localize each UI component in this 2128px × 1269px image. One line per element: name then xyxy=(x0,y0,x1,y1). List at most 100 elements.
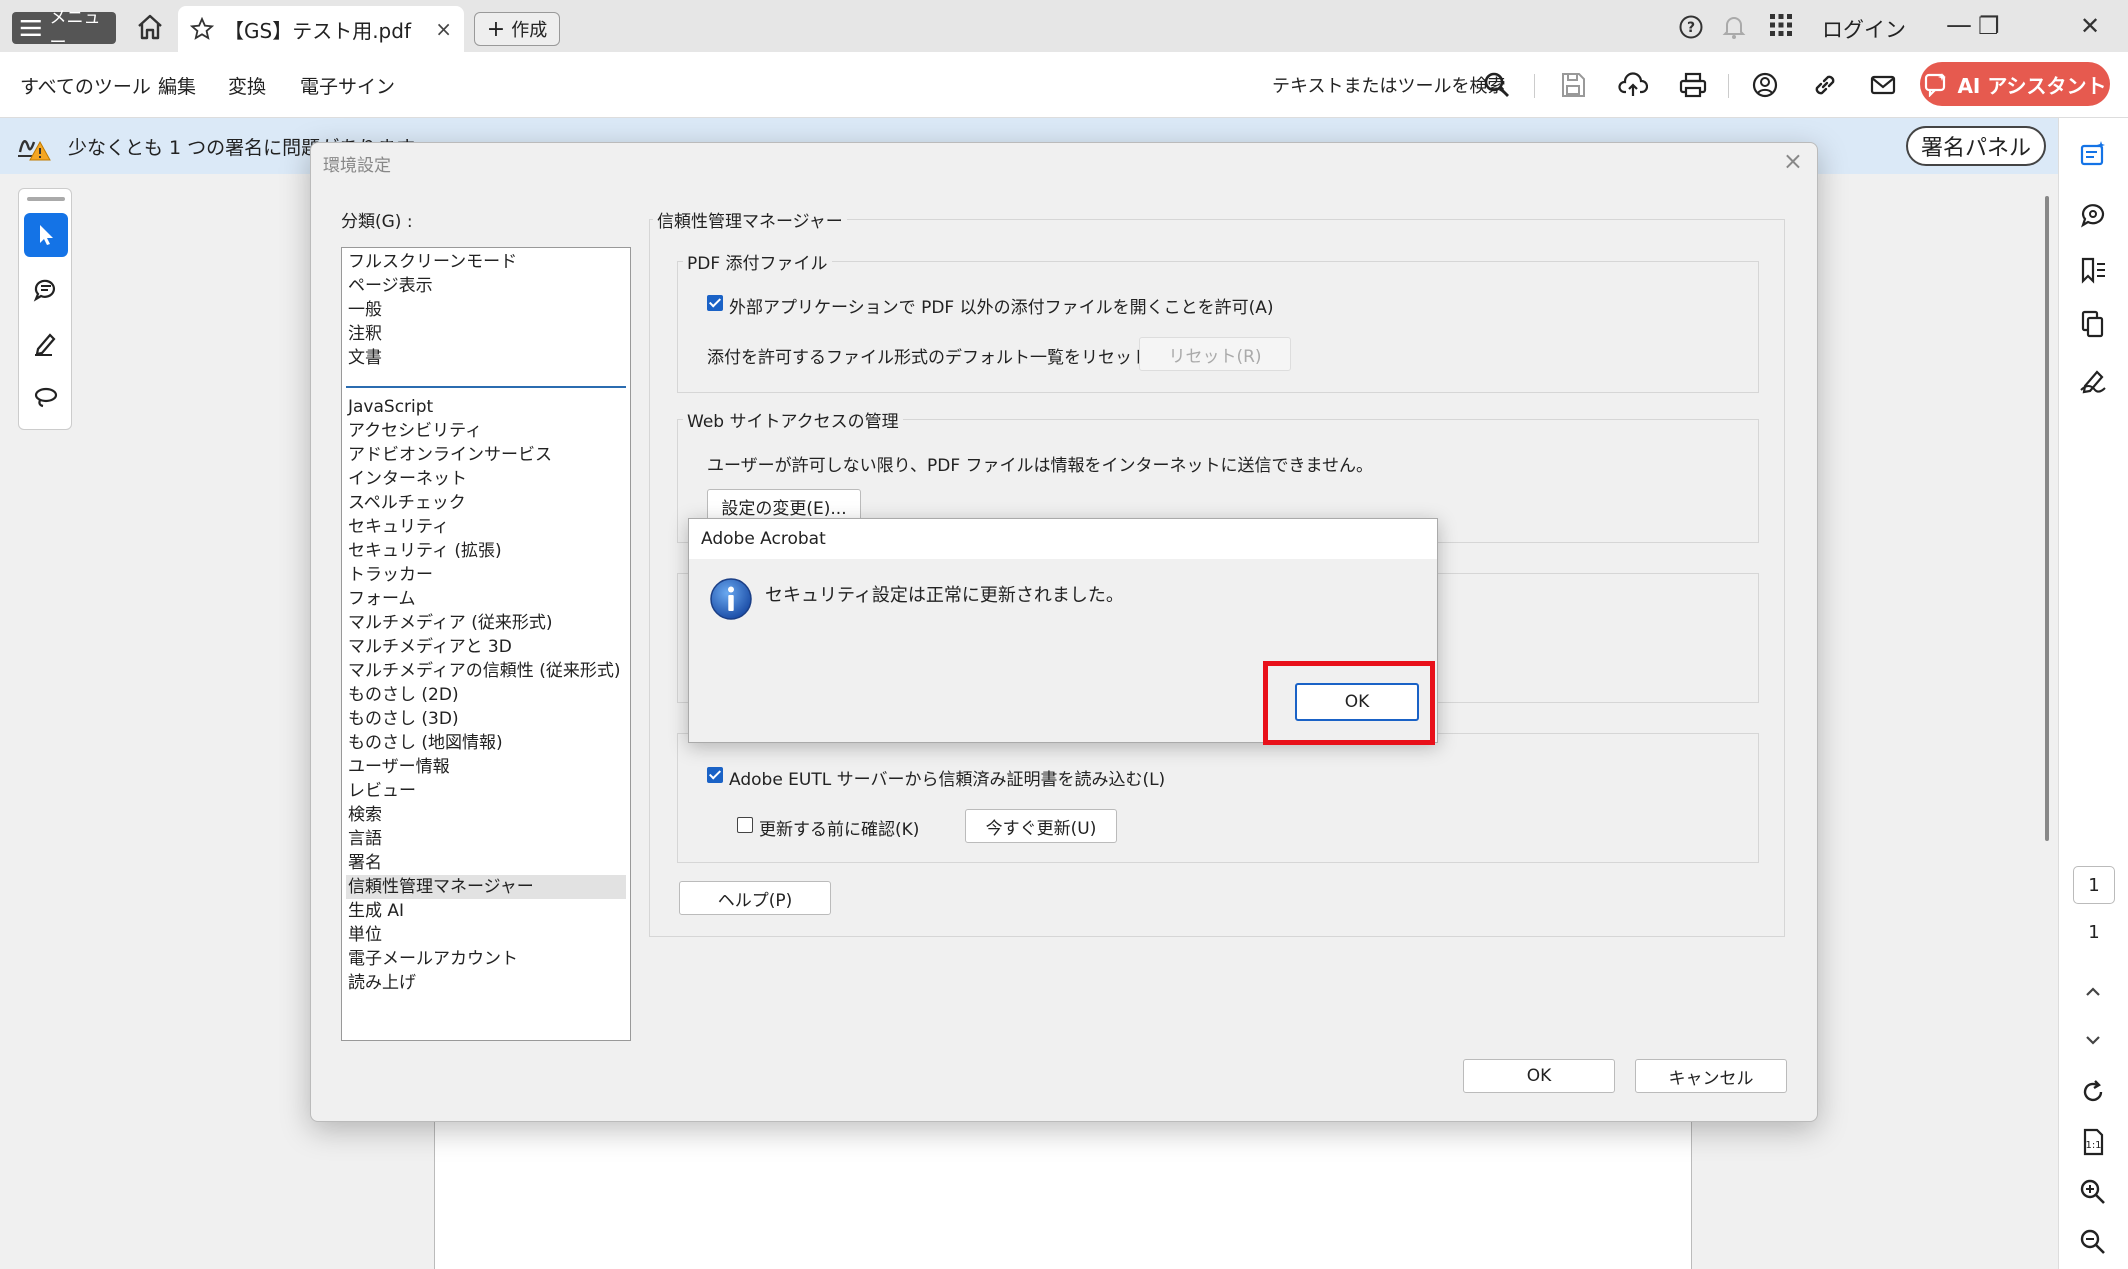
signature-panel-button[interactable]: 署名パネル xyxy=(1906,126,2046,166)
panel-title: 信頼性管理マネージャー xyxy=(653,207,847,232)
ai-assistant-label: AI アシスタント xyxy=(1957,73,2107,98)
category-item[interactable]: トラッカー xyxy=(346,563,626,587)
search-icon[interactable] xyxy=(1482,70,1512,100)
category-item[interactable]: セキュリティ xyxy=(346,515,626,539)
category-item[interactable]: アクセシビリティ xyxy=(346,419,626,443)
tab-title: 【GS】テスト用.pdf xyxy=(224,18,411,43)
menu-all-tools[interactable]: すべてのツール xyxy=(20,72,151,99)
close-window-button[interactable]: ✕ xyxy=(2080,12,2100,40)
category-item[interactable]: フルスクリーンモード xyxy=(346,250,626,274)
menu-edit[interactable]: 編集 xyxy=(158,72,196,99)
category-item[interactable]: 言語 xyxy=(346,827,626,851)
document-page[interactable] xyxy=(434,1100,1692,1269)
update-now-button[interactable]: 今すぐ更新(U) xyxy=(965,809,1117,843)
help-button[interactable]: ヘルプ(P) xyxy=(679,881,831,915)
category-item[interactable]: ものさし (地図情報) xyxy=(346,731,626,755)
comment-add-icon xyxy=(33,279,56,302)
pages-icon[interactable] xyxy=(2077,308,2109,340)
category-item[interactable]: 文書 xyxy=(346,346,626,370)
eutl-group xyxy=(677,733,1759,863)
confirm-before-update-checkbox[interactable] xyxy=(737,817,753,833)
web-access-label: Web サイトアクセスの管理 xyxy=(683,407,903,432)
comments-icon[interactable] xyxy=(2077,198,2109,230)
category-item[interactable]: スペルチェック xyxy=(346,491,626,515)
bell-icon[interactable] xyxy=(1722,14,1746,40)
category-item[interactable]: 署名 xyxy=(346,851,626,875)
tab-close-icon[interactable]: × xyxy=(435,17,452,41)
draw-tool-button[interactable] xyxy=(24,375,68,419)
preferences-close-icon[interactable]: × xyxy=(1783,147,1803,175)
drag-handle[interactable] xyxy=(27,197,65,201)
home-icon[interactable] xyxy=(136,14,164,40)
category-item[interactable]: ものさし (2D) xyxy=(346,683,626,707)
refresh-icon[interactable] xyxy=(2077,1076,2109,1108)
category-item[interactable]: マルチメディア (従来形式) xyxy=(346,611,626,635)
document-tab[interactable]: 【GS】テスト用.pdf × xyxy=(178,6,464,52)
category-item[interactable]: セキュリティ (拡張) xyxy=(346,539,626,563)
search-input[interactable]: テキストまたはツールを検索 xyxy=(1272,72,1505,98)
category-item[interactable]: 生成 AI xyxy=(346,899,626,923)
allow-attachments-label: 外部アプリケーションで PDF 以外の添付ファイルを開くことを許可(A) xyxy=(729,298,1274,318)
category-item[interactable]: インターネット xyxy=(346,467,626,491)
page-fit-icon[interactable]: 1:1 xyxy=(2077,1126,2109,1158)
signature-pen-icon[interactable] xyxy=(2077,364,2109,396)
bookmark-icon[interactable] xyxy=(2077,254,2109,286)
star-icon[interactable] xyxy=(190,17,214,41)
vertical-scrollbar[interactable] xyxy=(2045,196,2049,841)
category-item[interactable]: マルチメディアの信頼性 (従来形式) xyxy=(346,659,626,683)
ai-assistant-button[interactable]: AI アシスタント xyxy=(1920,62,2110,106)
highlight-tool-button[interactable] xyxy=(24,321,68,365)
category-item[interactable]: 一般 xyxy=(346,298,626,322)
lasso-icon xyxy=(34,387,58,408)
chevron-up-icon[interactable] xyxy=(2077,976,2109,1008)
category-item[interactable]: ユーザー情報 xyxy=(346,755,626,779)
login-button[interactable]: ログイン xyxy=(1822,14,1906,44)
cursor-icon xyxy=(40,225,53,245)
allow-attachments-checkbox[interactable] xyxy=(707,295,723,311)
alert-title-bar: Adobe Acrobat xyxy=(689,519,1437,559)
category-item[interactable]: 注釈 xyxy=(346,322,626,346)
print-icon[interactable] xyxy=(1678,70,1708,100)
page-number-input[interactable]: 1 xyxy=(2073,866,2115,904)
category-item[interactable]: 読み上げ xyxy=(346,971,626,995)
form-ai-icon[interactable] xyxy=(2077,138,2109,170)
zoom-out-icon[interactable] xyxy=(2077,1226,2109,1258)
ok-button[interactable]: OK xyxy=(1463,1059,1615,1093)
category-item[interactable]: 電子メールアカウント xyxy=(346,947,626,971)
help-icon[interactable]: ? xyxy=(1678,14,1704,40)
cloud-upload-icon[interactable] xyxy=(1618,70,1648,100)
apps-grid-icon[interactable] xyxy=(1770,14,1792,36)
category-item[interactable]: アドビオンラインサービス xyxy=(346,443,626,467)
share-user-icon[interactable] xyxy=(1750,70,1780,100)
chevron-down-icon[interactable] xyxy=(2077,1024,2109,1056)
alert-title: Adobe Acrobat xyxy=(701,529,826,549)
link-icon[interactable] xyxy=(1810,70,1840,100)
reset-button[interactable]: リセット(R) xyxy=(1139,337,1291,371)
menu-e-sign[interactable]: 電子サイン xyxy=(300,72,395,99)
category-item[interactable]: 検索 xyxy=(346,803,626,827)
reset-description: 添付を許可するファイル形式のデフォルト一覧をリセットする : xyxy=(707,348,1195,368)
plus-icon: + xyxy=(486,16,506,42)
category-item[interactable]: レビュー xyxy=(346,779,626,803)
ai-sparkle-icon xyxy=(1925,73,1947,97)
quick-tools-panel xyxy=(18,188,72,430)
load-eutl-checkbox[interactable] xyxy=(707,767,723,783)
category-item[interactable]: JavaScript xyxy=(346,395,626,419)
category-item-selected[interactable]: 信頼性管理マネージャー xyxy=(346,875,626,899)
menu-convert[interactable]: 変換 xyxy=(228,72,266,99)
category-item[interactable]: マルチメディアと 3D xyxy=(346,635,626,659)
category-item[interactable]: ものさし (3D) xyxy=(346,707,626,731)
save-icon[interactable] xyxy=(1558,70,1588,100)
menu-button[interactable]: メニュー xyxy=(12,8,116,53)
minimize-button[interactable]: — xyxy=(1946,10,1972,40)
category-item[interactable]: ページ表示 xyxy=(346,274,626,298)
email-icon[interactable] xyxy=(1868,70,1898,100)
cancel-button[interactable]: キャンセル xyxy=(1635,1059,1787,1093)
create-button[interactable]: + 作成 xyxy=(474,12,560,46)
category-item[interactable]: 単位 xyxy=(346,923,626,947)
maximize-button[interactable]: ❐ xyxy=(1978,12,2000,40)
select-tool-button[interactable] xyxy=(24,213,68,257)
zoom-in-icon[interactable] xyxy=(2077,1176,2109,1208)
category-item[interactable]: フォーム xyxy=(346,587,626,611)
comment-tool-button[interactable] xyxy=(24,267,68,311)
